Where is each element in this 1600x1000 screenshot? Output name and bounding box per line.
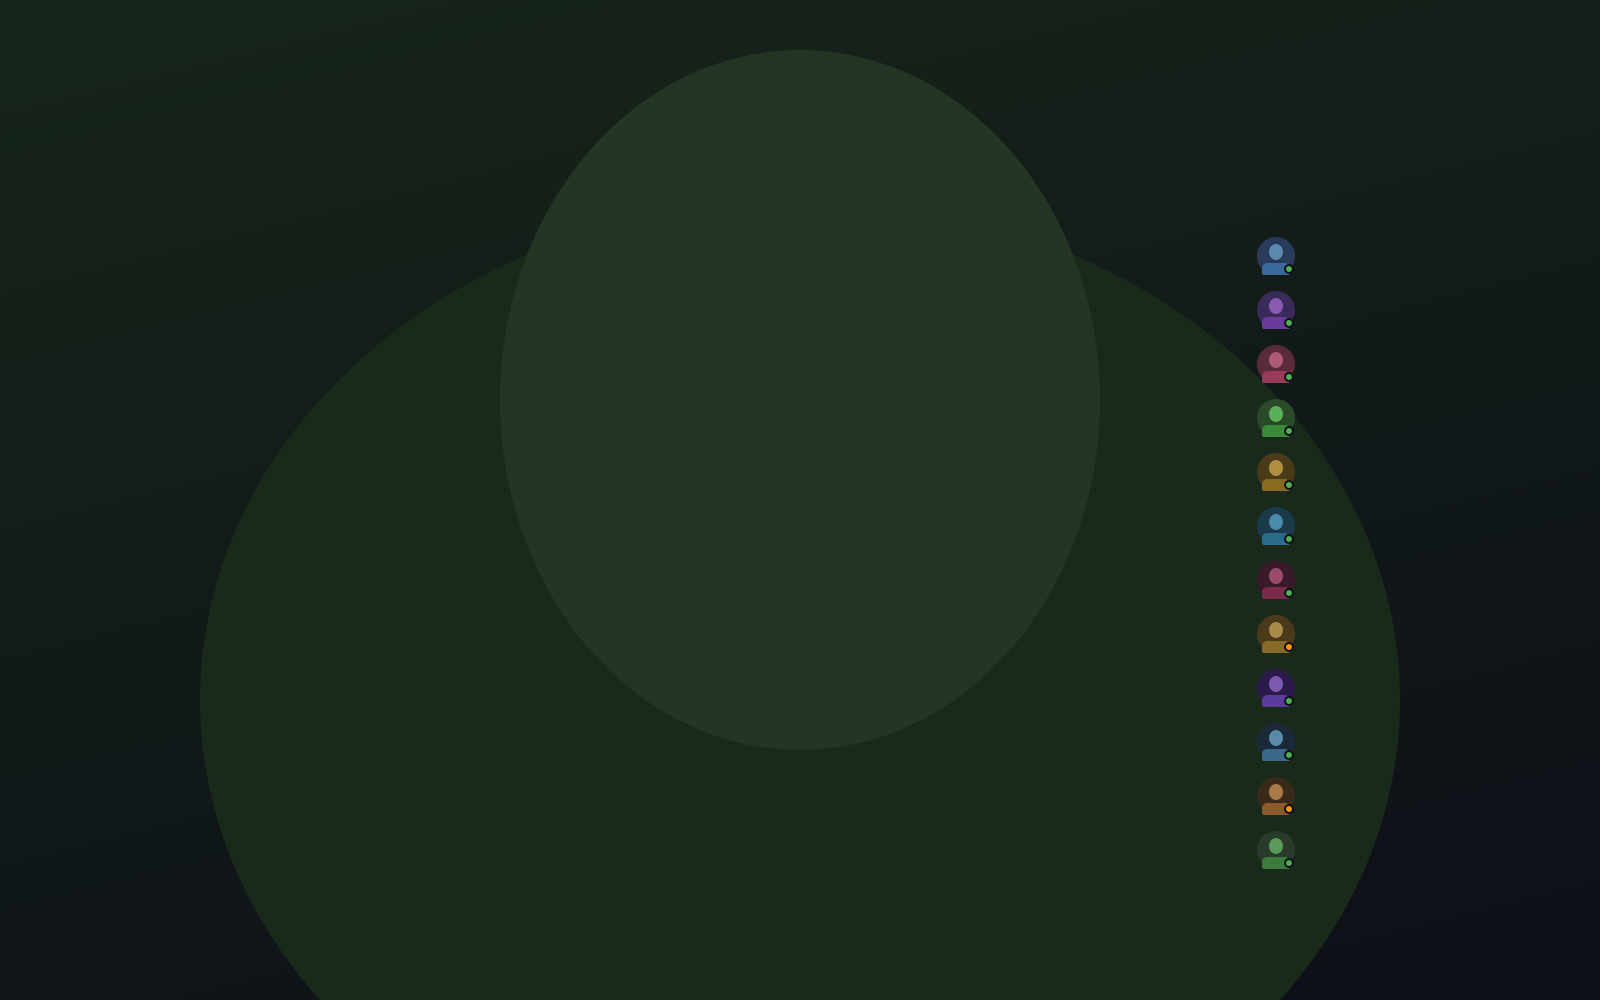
friend-avatar-inri: [1257, 777, 1295, 815]
friend-avatar-automaticjak: [1257, 291, 1295, 329]
friend-avatar-flapjack: [1257, 615, 1295, 653]
main-content: ⏸ GAME UPDATE Castle Nathria Raid Finder…: [340, 148, 1240, 1000]
friend-avatar-hinalover: [1257, 669, 1295, 707]
status-dot-hinalover: [1284, 696, 1294, 706]
status-dot-charine: [1284, 426, 1294, 436]
status-dot-enzo: [1284, 588, 1294, 598]
friend-avatar-icecold: [1257, 723, 1295, 761]
status-dot-flapjack: [1284, 642, 1294, 652]
status-dot-icecold: [1284, 750, 1294, 760]
friend-avatar-ellgar: [1257, 507, 1295, 545]
latest-news-section: LATEST NEWS: [356, 716, 782, 840]
latest-news-card[interactable]: [356, 740, 782, 840]
friend-avatar-alakazoo: [1257, 237, 1295, 275]
friend-avatar-justin: [1257, 831, 1295, 869]
status-dot-automaticjak: [1284, 318, 1294, 328]
status-dot-alakazoo: [1284, 264, 1294, 274]
status-dot-justin: [1284, 858, 1294, 868]
friend-avatar-bastila: [1257, 345, 1295, 383]
friend-avatar-cynicalego: [1257, 453, 1295, 491]
status-dot-inri: [1284, 804, 1294, 814]
status-dot-cynicalego: [1284, 480, 1294, 490]
status-dot-bastila: [1284, 372, 1294, 382]
status-dot-ellgar: [1284, 534, 1294, 544]
friend-avatar-charine: [1257, 399, 1295, 437]
bottom-sections: LATEST NEWS: [356, 716, 1224, 840]
friend-avatar-enzo: [1257, 561, 1295, 599]
main-layout: WORLD OF WARCRAFT SHADOWLANDS 🛒 Shop Wor…: [0, 148, 1600, 1000]
